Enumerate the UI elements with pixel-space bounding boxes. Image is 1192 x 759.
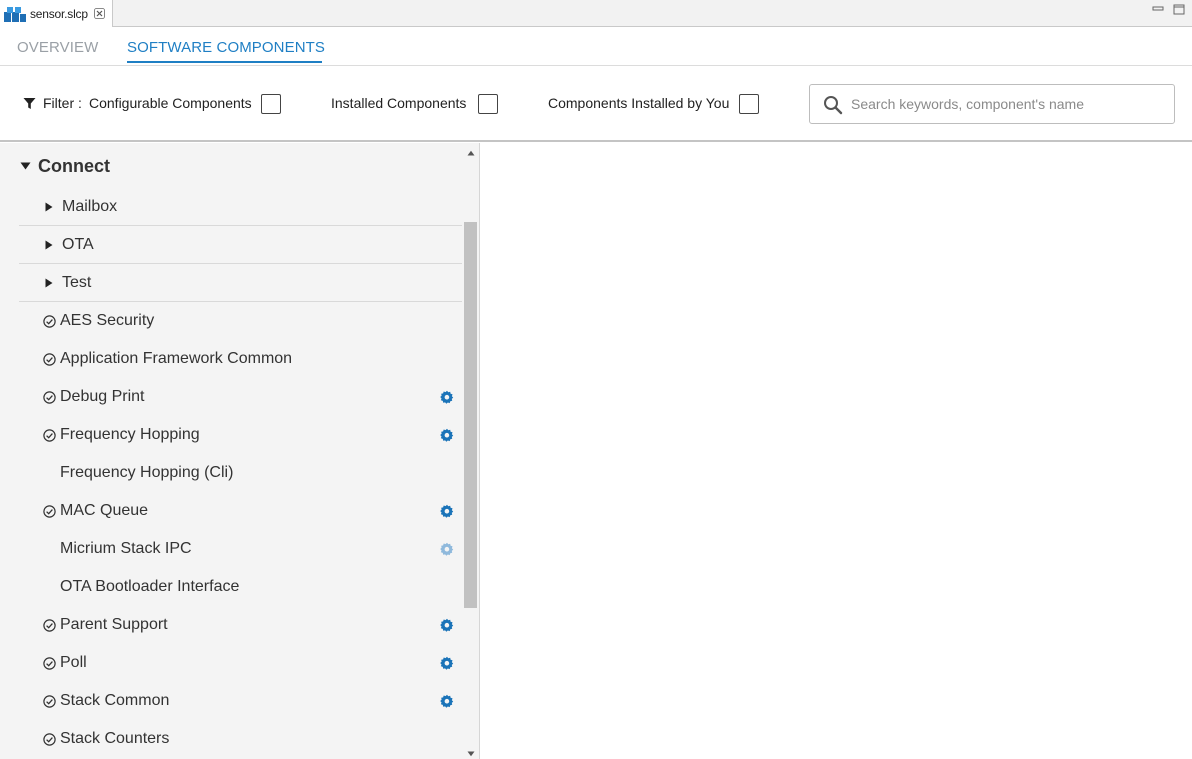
installed-by-you-checkbox[interactable] <box>739 94 759 114</box>
tree-subgroup-mailbox[interactable]: Mailbox <box>19 188 462 226</box>
gear-icon[interactable] <box>440 428 454 442</box>
project-file-icon <box>4 6 26 22</box>
filter-icon <box>23 98 36 109</box>
search-input[interactable] <box>851 94 1161 114</box>
component-label: AES Security <box>60 312 155 329</box>
component-label: Parent Support <box>60 616 168 633</box>
component-application-framework-common[interactable]: Application Framework Common <box>19 340 462 378</box>
installed-components-label: Installed Components <box>331 95 467 111</box>
minimize-icon <box>1152 6 1164 11</box>
component-label: Micrium Stack IPC <box>60 540 192 557</box>
close-icon[interactable] <box>93 8 105 19</box>
configurable-components-checkbox[interactable] <box>261 94 281 114</box>
component-frequency-hopping-cli[interactable]: Frequency Hopping (Cli) <box>19 454 462 492</box>
installed-check-icon <box>43 618 56 632</box>
search-box[interactable] <box>809 84 1175 124</box>
gear-icon[interactable] <box>440 390 454 404</box>
component-frequency-hopping[interactable]: Frequency Hopping <box>19 416 462 454</box>
scrollbar-thumb[interactable] <box>464 222 477 608</box>
component-label: MAC Queue <box>60 502 149 519</box>
search-icon <box>824 96 843 115</box>
installed-components-checkbox[interactable] <box>478 94 498 114</box>
expand-down-icon[interactable] <box>19 160 31 172</box>
editor-tab-title: sensor.slcp <box>30 6 88 21</box>
active-tab-indicator <box>127 61 322 63</box>
component-label: Debug Print <box>60 388 145 405</box>
installed-check-icon <box>43 694 56 708</box>
component-label: Application Framework Common <box>60 350 293 367</box>
component-label: Stack Counters <box>60 730 170 747</box>
installed-check-icon <box>43 352 56 366</box>
tree-subgroup-label: Mailbox <box>62 197 118 215</box>
tree-subgroup-label: Test <box>62 273 92 291</box>
installed-check-icon <box>43 732 56 746</box>
component-poll[interactable]: Poll <box>19 644 462 682</box>
expand-right-icon[interactable] <box>43 201 55 213</box>
expand-right-icon[interactable] <box>43 277 55 289</box>
component-aes-security[interactable]: AES Security <box>19 302 462 340</box>
configurable-components-label: Configurable Components <box>89 95 252 111</box>
component-label: Frequency Hopping <box>60 426 200 443</box>
component-stack-common[interactable]: Stack Common <box>19 682 462 720</box>
maximize-button[interactable] <box>1172 3 1186 15</box>
component-details-panel <box>481 143 1192 759</box>
component-label: Poll <box>60 654 87 671</box>
tree-group-label: Connect <box>38 155 110 176</box>
installed-check-icon <box>43 390 56 404</box>
page-tabs: OVERVIEW SOFTWARE COMPONENTS <box>0 28 1192 66</box>
installed-check-icon <box>43 428 56 442</box>
window-controls <box>1151 3 1186 15</box>
tree-subgroup-ota[interactable]: OTA <box>19 226 462 264</box>
gear-icon[interactable] <box>440 618 454 632</box>
tree-subgroup-test[interactable]: Test <box>19 264 462 302</box>
component-ota-bootloader-interface[interactable]: OTA Bootloader Interface <box>19 568 462 606</box>
filter-bar: Filter : Configurable Components Install… <box>0 66 1192 142</box>
component-mac-queue[interactable]: MAC Queue <box>19 492 462 530</box>
tab-software-components[interactable]: SOFTWARE COMPONENTS <box>127 39 325 56</box>
component-label: OTA Bootloader Interface <box>60 578 240 595</box>
editor-tab-bar: sensor.slcp <box>0 0 1192 27</box>
minimize-button[interactable] <box>1151 3 1165 15</box>
gear-icon[interactable] <box>440 656 454 670</box>
scroll-down-icon[interactable] <box>467 751 475 757</box>
component-tree-panel: Connect Mailbox OTA Test AES Security Ap… <box>0 143 480 759</box>
gear-icon[interactable] <box>440 542 454 556</box>
component-debug-print[interactable]: Debug Print <box>19 378 462 416</box>
maximize-icon <box>1173 4 1185 14</box>
installed-by-you-label: Components Installed by You <box>548 95 730 111</box>
tree-subgroup-label: OTA <box>62 235 94 253</box>
tree-scrollbar[interactable] <box>463 146 479 759</box>
component-label: Frequency Hopping (Cli) <box>60 464 234 481</box>
installed-check-icon <box>43 314 56 328</box>
installed-check-icon <box>43 504 56 518</box>
component-parent-support[interactable]: Parent Support <box>19 606 462 644</box>
scroll-up-icon[interactable] <box>467 150 475 156</box>
gear-icon[interactable] <box>440 694 454 708</box>
component-micrium-stack-ipc[interactable]: Micrium Stack IPC <box>19 530 462 568</box>
editor-tab-sensor[interactable]: sensor.slcp <box>0 0 113 27</box>
tree-group-connect[interactable]: Connect <box>19 147 462 185</box>
expand-right-icon[interactable] <box>43 239 55 251</box>
filter-label: Filter : <box>43 95 82 111</box>
component-label: Stack Common <box>60 692 170 709</box>
installed-check-icon <box>43 656 56 670</box>
gear-icon[interactable] <box>440 504 454 518</box>
component-stack-counters[interactable]: Stack Counters <box>19 720 462 758</box>
tab-overview[interactable]: OVERVIEW <box>17 39 98 56</box>
